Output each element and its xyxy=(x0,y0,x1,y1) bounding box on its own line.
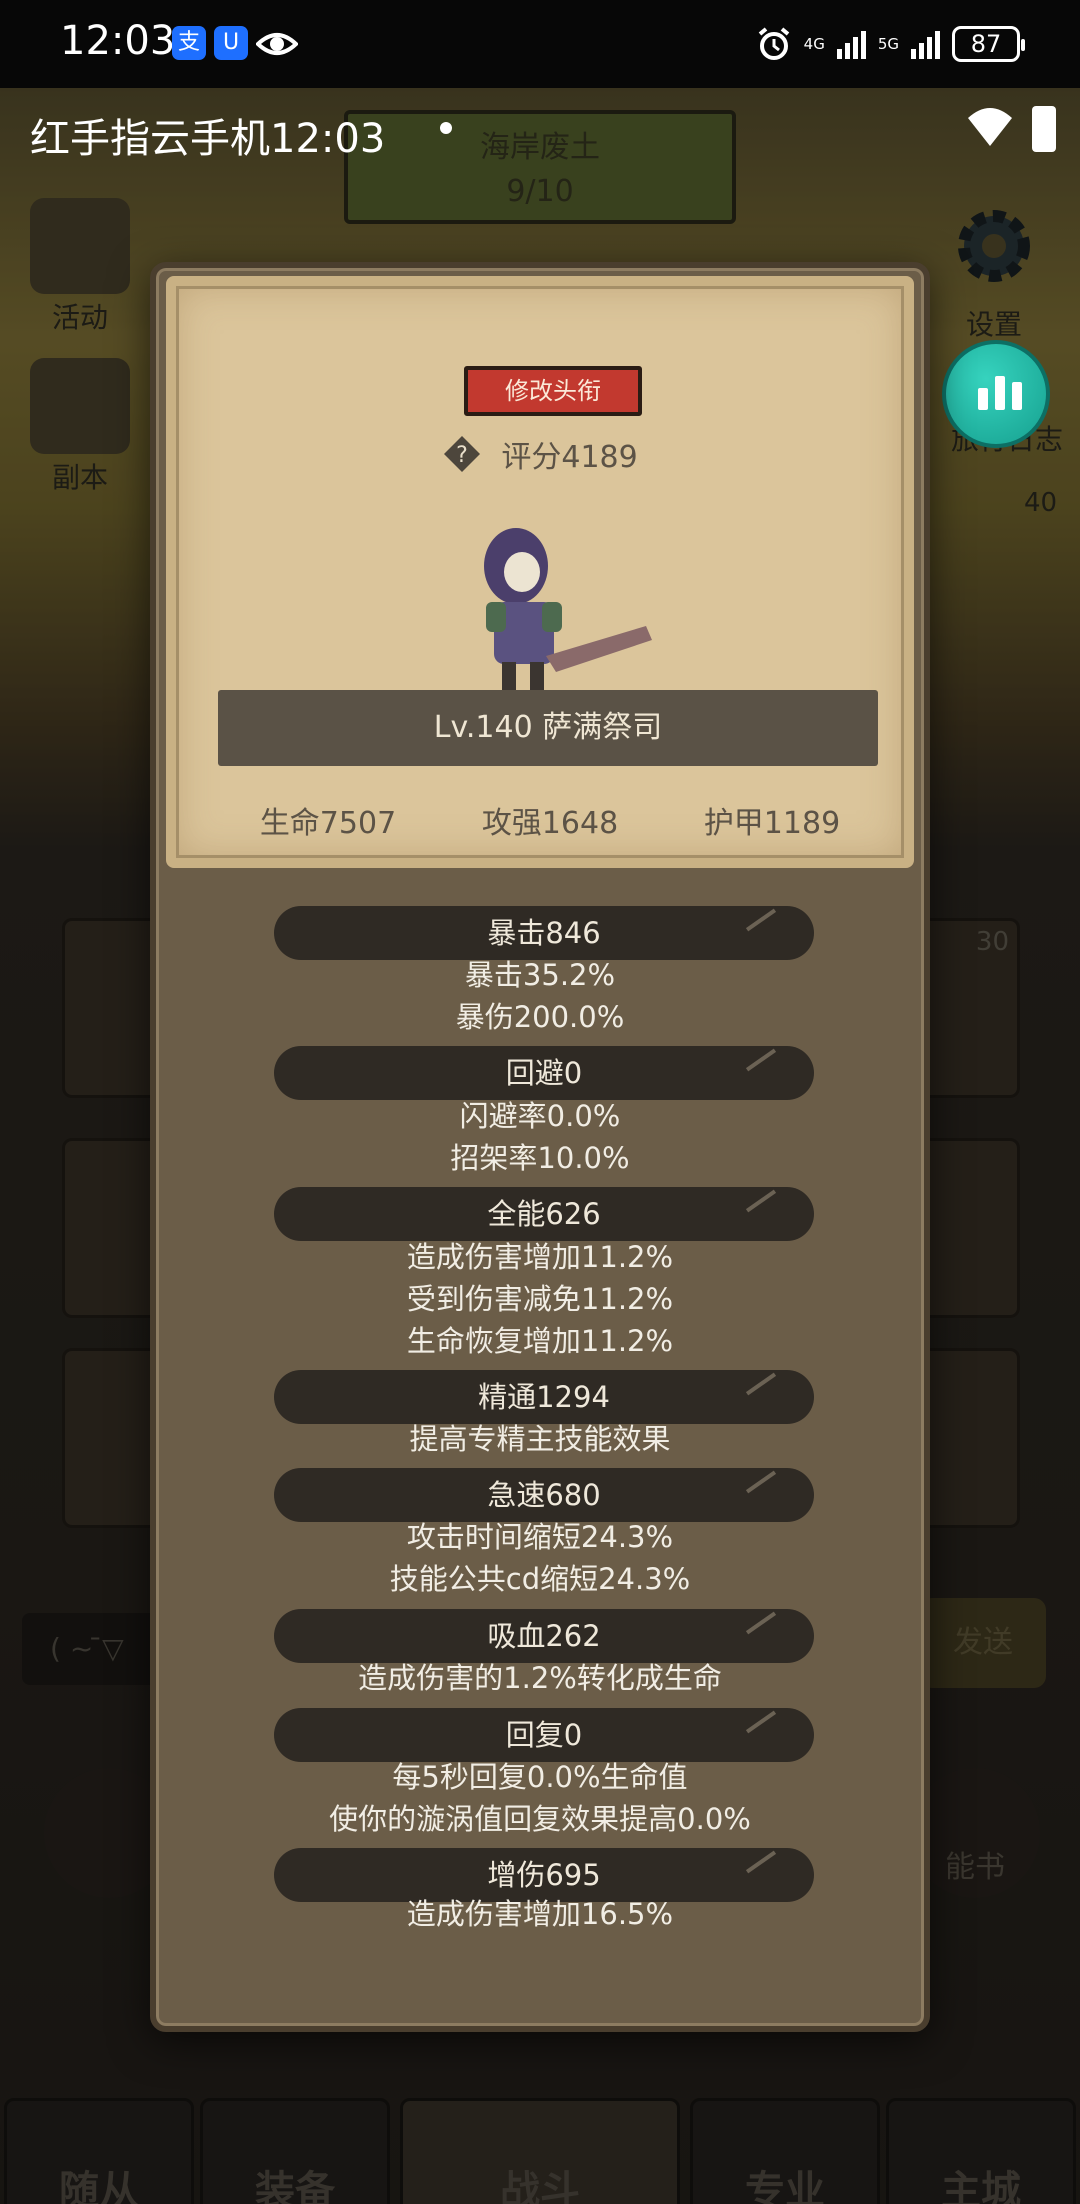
stat-line: 造成伤害增加16.5% xyxy=(406,1897,674,1931)
cloud-phone-title: 红手指云手机12:03 xyxy=(30,116,386,162)
stat-header-versatility: 全能626 xyxy=(274,1187,814,1241)
attribute-health: 生命7507 xyxy=(259,806,397,841)
character-portrait xyxy=(484,528,652,690)
status-bar: 12:03 支 U 4G 5G 87 xyxy=(0,0,1080,88)
edit-title-button[interactable]: 修改头衔 xyxy=(464,366,642,416)
stat-line: 使你的漩涡值回复效果提高0.0% xyxy=(329,1802,751,1836)
help-icon[interactable]: ? xyxy=(442,434,482,474)
attribute-row: 生命7507 攻强1648 护甲1189 xyxy=(176,798,904,841)
alipay-icon: 支 xyxy=(172,26,206,60)
overlay-dot xyxy=(440,122,452,134)
stat-line: 造成伤害增加11.2% xyxy=(406,1240,674,1274)
character-stats-dialog: 修改头衔 ? 评分4189 Lv.140 萨满祭司 生命7507 攻强1648 … xyxy=(150,262,930,2032)
stat-header-mastery: 精通1294 xyxy=(274,1370,814,1424)
stat-line: 受到伤害减免11.2% xyxy=(406,1282,674,1316)
stat-line: 生命恢复增加11.2% xyxy=(406,1324,674,1358)
stat-line: 技能公共cd缩短24.3% xyxy=(389,1562,691,1596)
status-right: 4G 5G 87 xyxy=(756,22,1025,66)
stat-line: 暴伤200.0% xyxy=(455,1000,625,1034)
signal-icon xyxy=(836,29,866,59)
score-label: 评分4189 xyxy=(501,440,638,475)
signal-icon xyxy=(911,29,940,59)
character-card: 修改头衔 ? 评分4189 Lv.140 萨满祭司 生命7507 攻强1648 … xyxy=(166,276,914,868)
battery-icon xyxy=(1032,106,1056,152)
stat-line: 招架率10.0% xyxy=(450,1141,630,1175)
attribute-attack-power: 攻强1648 xyxy=(481,806,619,841)
network-4g-label: 4G xyxy=(803,35,825,53)
stat-line: 造成伤害的1.2%转化成生命 xyxy=(358,1661,722,1695)
network-5g-label: 5G xyxy=(877,35,899,53)
alarm-icon xyxy=(758,27,789,60)
stats-chart-icon[interactable] xyxy=(942,340,1050,448)
stat-line: 暴击35.2% xyxy=(464,958,616,992)
stat-line: 每5秒回复0.0%生命值 xyxy=(392,1760,688,1794)
score-row: ? 评分4189 xyxy=(176,432,904,476)
stat-line: 攻击时间缩短24.3% xyxy=(406,1520,674,1554)
character-name-bar: Lv.140 萨满祭司 xyxy=(218,690,878,766)
stat-line: 闪避率0.0% xyxy=(459,1099,621,1133)
attribute-armor: 护甲1189 xyxy=(703,806,841,841)
status-time: 12:03 xyxy=(60,18,176,64)
wifi-icon xyxy=(968,108,1012,146)
eye-icon xyxy=(256,33,298,55)
battery-indicator: 87 xyxy=(952,26,1025,62)
svg-text:?: ? xyxy=(456,443,468,468)
stat-line: 提高专精主技能效果 xyxy=(409,1422,671,1456)
stat-header-avoidance: 回避0 xyxy=(274,1046,814,1100)
stat-header-haste: 急速680 xyxy=(274,1468,814,1522)
app-notification-icon: U xyxy=(214,26,248,60)
stat-header-crit: 暴击846 xyxy=(274,906,814,960)
stat-header-regeneration: 回复0 xyxy=(274,1708,814,1762)
stat-header-lifesteal: 吸血262 xyxy=(274,1609,814,1663)
